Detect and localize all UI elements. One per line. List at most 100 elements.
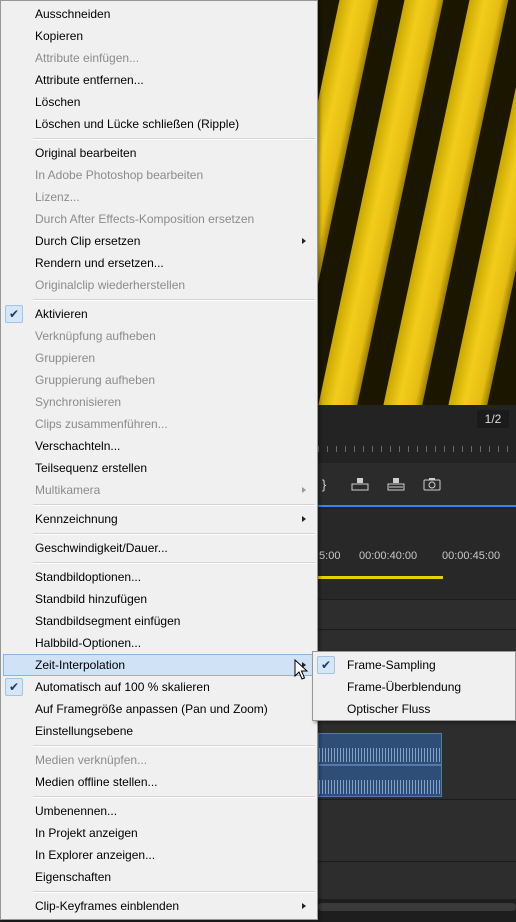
menu-item-license[interactable]: Lizenz... xyxy=(1,186,317,208)
menu-item-remove-attributes[interactable]: Attribute entfernen... xyxy=(1,69,317,91)
submenu-item-optical-flow[interactable]: Optischer Fluss xyxy=(313,698,515,720)
menu-item-time-interpolation[interactable]: Zeit-Interpolation xyxy=(3,654,315,676)
menu-item-edit-in-photoshop[interactable]: In Adobe Photoshop bearbeiten xyxy=(1,164,317,186)
menu-separator xyxy=(1,742,317,749)
menu-item-merge-clips[interactable]: Clips zusammenführen... xyxy=(1,413,317,435)
time-label: :5:00 xyxy=(316,550,341,562)
timeline-scrollbar[interactable] xyxy=(318,903,516,911)
submenu-item-label: Frame-Überblendung xyxy=(347,680,462,694)
menu-item-set-to-frame-size[interactable]: Auf Framegröße anpassen (Pan und Zoom) xyxy=(1,698,317,720)
lift-icon[interactable] xyxy=(350,477,370,493)
menu-item-paste-attributes[interactable]: Attribute einfügen... xyxy=(1,47,317,69)
timeline-header: :5:00 00:00:40:00 00:00:45:00 xyxy=(316,509,516,599)
monitor-ruler[interactable] xyxy=(318,440,516,452)
menu-separator xyxy=(1,135,317,142)
menu-item-copy[interactable]: Kopieren xyxy=(1,25,317,47)
track-divider xyxy=(318,599,516,600)
menu-item-replace-with-ae-comp[interactable]: Durch After Effects-Komposition ersetzen xyxy=(1,208,317,230)
menu-item-ripple-delete[interactable]: Löschen und Lücke schließen (Ripple) xyxy=(1,113,317,135)
menu-item-label: Gruppierung aufheben xyxy=(35,373,156,387)
submenu-item-label: Optischer Fluss xyxy=(347,702,431,716)
menu-item-cut[interactable]: Ausschneiden xyxy=(1,3,317,25)
submenu-item-frame-sampling[interactable]: ✔ Frame-Sampling xyxy=(313,654,515,676)
time-label: 00:00:45:00 xyxy=(442,550,501,562)
menu-item-label: Rendern und ersetzen... xyxy=(35,256,164,270)
menu-item-reveal-in-project[interactable]: In Projekt anzeigen xyxy=(1,822,317,844)
menu-item-label: Einstellungsebene xyxy=(35,724,134,738)
menu-item-label: Standbildoptionen... xyxy=(35,570,142,584)
menu-item-multicamera[interactable]: Multikamera xyxy=(1,479,317,501)
checkmark-icon: ✔ xyxy=(5,305,23,323)
menu-item-label: Verknüpfung aufheben xyxy=(35,329,156,343)
menu-item-frame-hold-options[interactable]: Standbildoptionen... xyxy=(1,566,317,588)
track-divider xyxy=(318,799,516,800)
submenu-arrow-icon xyxy=(302,238,306,244)
audio-waveform xyxy=(319,748,441,762)
menu-item-label: In Projekt anzeigen xyxy=(35,826,138,840)
menu-item-label: Gruppieren xyxy=(35,351,96,365)
menu-item-adjustment-layer[interactable]: Einstellungsebene xyxy=(1,720,317,742)
menu-item-show-clip-keyframes[interactable]: Clip-Keyframes einblenden xyxy=(1,895,317,917)
checkmark-icon: ✔ xyxy=(317,656,335,674)
menu-item-ungroup[interactable]: Gruppierung aufheben xyxy=(1,369,317,391)
menu-item-label: Attribute entfernen... xyxy=(35,73,144,87)
menu-item-label: Originalclip wiederherstellen xyxy=(35,278,186,292)
menu-item-synchronize[interactable]: Synchronisieren xyxy=(1,391,317,413)
menu-item-label: Halbbild-Optionen... xyxy=(35,636,142,650)
menu-item-delete[interactable]: Löschen xyxy=(1,91,317,113)
menu-item-properties[interactable]: Eigenschaften xyxy=(1,866,317,888)
menu-item-speed-duration[interactable]: Geschwindigkeit/Dauer... xyxy=(1,537,317,559)
menu-separator xyxy=(1,793,317,800)
menu-item-enable[interactable]: ✔ Aktivieren xyxy=(1,303,317,325)
menu-item-make-offline[interactable]: Medien offline stellen... xyxy=(1,771,317,793)
menu-item-replace-with-clip[interactable]: Durch Clip ersetzen xyxy=(1,230,317,252)
transport-controls: } xyxy=(318,463,516,507)
menu-item-label: Standbild hinzufügen xyxy=(35,592,148,606)
menu-item-label: Clip-Keyframes einblenden xyxy=(35,899,180,913)
menu-item-label: Geschwindigkeit/Dauer... xyxy=(35,541,168,555)
menu-separator xyxy=(1,559,317,566)
menu-item-label: Synchronisieren xyxy=(35,395,122,409)
menu-item-label: Löschen xyxy=(35,95,81,109)
menu-item-insert-frame-hold-segment[interactable]: Standbildsegment einfügen xyxy=(1,610,317,632)
menu-item-label: Eigenschaften xyxy=(35,870,112,884)
camera-icon[interactable] xyxy=(422,477,442,493)
submenu-item-frame-blending[interactable]: Frame-Überblendung xyxy=(313,676,515,698)
work-area-bar[interactable] xyxy=(318,576,443,579)
program-monitor-preview xyxy=(318,0,516,405)
menu-item-field-options[interactable]: Halbbild-Optionen... xyxy=(1,632,317,654)
menu-item-label: Durch After Effects-Komposition ersetzen xyxy=(35,212,255,226)
menu-item-label: Medien verknüpfen... xyxy=(35,753,148,767)
audio-clip[interactable] xyxy=(318,765,442,797)
menu-item-label: Verschachteln... xyxy=(35,439,121,453)
menu-item-label: Lizenz... xyxy=(35,190,80,204)
menu-item-label: Durch Clip ersetzen xyxy=(35,234,141,248)
menu-item-render-and-replace[interactable]: Rendern und ersetzen... xyxy=(1,252,317,274)
submenu-arrow-icon xyxy=(302,487,306,493)
menu-item-label: Zeit-Interpolation xyxy=(35,658,126,672)
menu-item-link-media[interactable]: Medien verknüpfen... xyxy=(1,749,317,771)
audio-clip[interactable] xyxy=(318,733,442,765)
menu-item-label: In Adobe Photoshop bearbeiten xyxy=(35,168,204,182)
menu-item-label: Aktivieren xyxy=(35,307,88,321)
mouse-cursor-icon xyxy=(294,659,308,680)
menu-item-group[interactable]: Gruppieren xyxy=(1,347,317,369)
menu-item-nest[interactable]: Verschachteln... xyxy=(1,435,317,457)
menu-item-rename[interactable]: Umbenennen... xyxy=(1,800,317,822)
menu-item-edit-original[interactable]: Original bearbeiten xyxy=(1,142,317,164)
track-divider xyxy=(318,629,516,630)
submenu-arrow-icon xyxy=(302,903,306,909)
menu-item-make-subsequence[interactable]: Teilsequenz erstellen xyxy=(1,457,317,479)
menu-item-unlink[interactable]: Verknüpfung aufheben xyxy=(1,325,317,347)
menu-item-scale-to-frame-size[interactable]: ✔ Automatisch auf 100 % skalieren xyxy=(1,676,317,698)
menu-item-label: Original bearbeiten xyxy=(35,146,137,160)
menu-item-add-frame-hold[interactable]: Standbild hinzufügen xyxy=(1,588,317,610)
menu-item-label: Ausschneiden xyxy=(35,7,111,21)
menu-item-label: Kennzeichnung xyxy=(35,512,118,526)
page-indicator[interactable]: 1/2 xyxy=(477,410,509,428)
menu-item-restore-original[interactable]: Originalclip wiederherstellen xyxy=(1,274,317,296)
menu-item-label: Umbenennen... xyxy=(35,804,118,818)
menu-item-label-color[interactable]: Kennzeichnung xyxy=(1,508,317,530)
extract-icon[interactable] xyxy=(386,477,406,493)
menu-item-reveal-in-explorer[interactable]: In Explorer anzeigen... xyxy=(1,844,317,866)
